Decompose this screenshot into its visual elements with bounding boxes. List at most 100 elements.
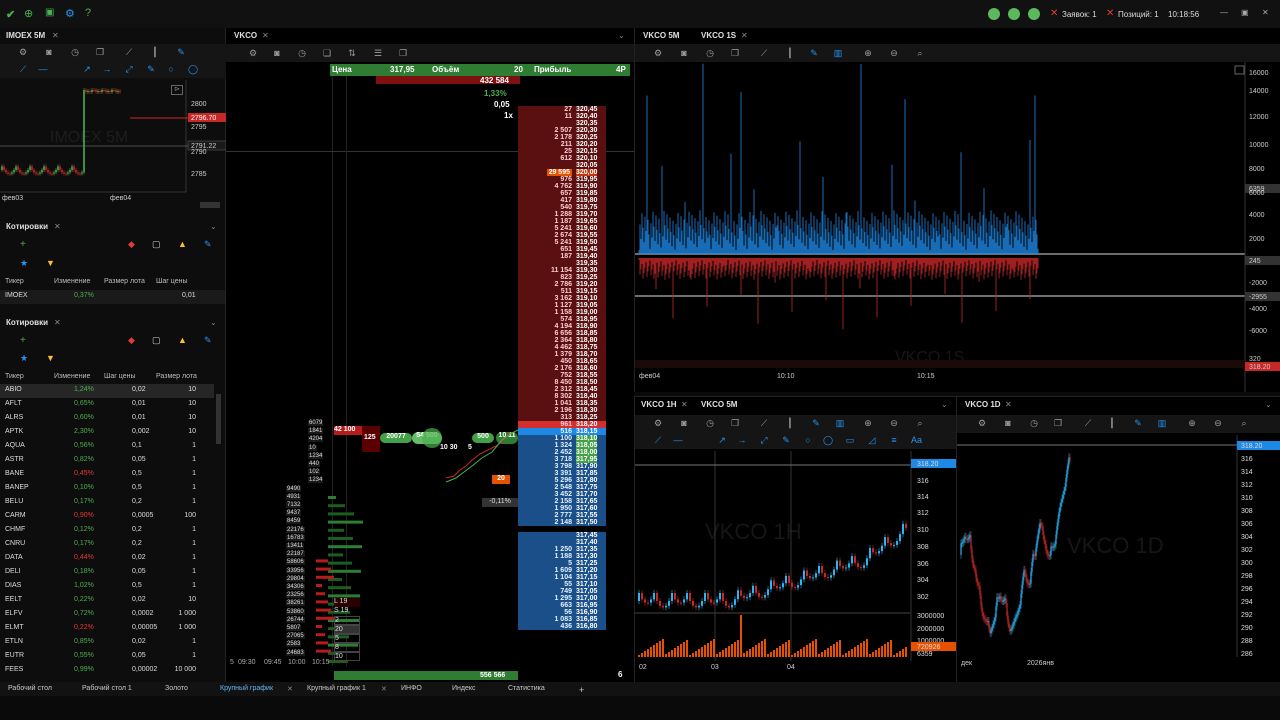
ask-row[interactable]: 27 320,45 bbox=[518, 106, 606, 113]
col-header[interactable]: Изменение bbox=[54, 278, 90, 285]
ask-row[interactable]: 961 318,20 bbox=[518, 421, 606, 428]
line-draw-icon[interactable]: ⟋ bbox=[653, 435, 663, 445]
table-row[interactable]: ALRS 0,60% 0,01 10 bbox=[0, 412, 214, 426]
ask-row[interactable]: 11 320,40 bbox=[518, 113, 606, 120]
tab-vkco-5m[interactable]: VKCO 5M bbox=[643, 31, 679, 40]
bid-row[interactable]: 3 391 317,85 bbox=[518, 470, 606, 477]
camera-icon[interactable]: ◙ bbox=[679, 48, 689, 58]
ask-row[interactable]: 450 318,65 bbox=[518, 358, 606, 365]
close-icon[interactable]: ✕ bbox=[262, 31, 269, 40]
pen-icon[interactable]: ✎ bbox=[811, 418, 821, 428]
eraser-icon[interactable]: ◆ bbox=[128, 239, 135, 250]
ask-row[interactable]: 2 312 318,45 bbox=[518, 386, 606, 393]
clock-icon[interactable]: ◷ bbox=[705, 48, 715, 58]
close-icon[interactable]: ✕ bbox=[741, 31, 748, 40]
circle-icon[interactable]: ○ bbox=[166, 64, 176, 74]
candle-icon[interactable]: ┃ bbox=[150, 47, 160, 57]
table-row[interactable]: CNRU 0,17% 0,2 1 bbox=[0, 538, 214, 552]
maximize-icon[interactable]: ▣ bbox=[1241, 8, 1249, 17]
settings-icon[interactable]: ⚙ bbox=[977, 418, 987, 428]
close-icon[interactable]: ✕ bbox=[1005, 400, 1012, 409]
window-icon[interactable]: ▣ bbox=[45, 7, 54, 18]
bid-row[interactable]: 56 316,90 bbox=[518, 609, 606, 616]
ask-row[interactable]: 2 178 320,25 bbox=[518, 134, 606, 141]
ask-row[interactable]: 8 450 318,50 bbox=[518, 379, 606, 386]
orders-close-icon[interactable]: ✕ bbox=[1050, 8, 1058, 19]
close-window-icon[interactable]: ✕ bbox=[1262, 8, 1269, 17]
table-row[interactable]: BANEP 0,10% 0,5 1 bbox=[0, 482, 214, 496]
orders-count[interactable]: Заявок: 1 bbox=[1062, 10, 1097, 19]
ask-row[interactable]: 2 786 319,20 bbox=[518, 281, 606, 288]
tab-desktop[interactable]: Рабочий стол bbox=[8, 685, 52, 692]
ask-row[interactable]: 1 379 318,70 bbox=[518, 351, 606, 358]
table-row[interactable]: BELU 0,17% 0,2 1 bbox=[0, 496, 214, 510]
ask-row[interactable]: 651 319,45 bbox=[518, 246, 606, 253]
ask-row[interactable]: 25 320,15 bbox=[518, 148, 606, 155]
ask-row[interactable]: 29 595 320,00 bbox=[518, 169, 606, 176]
table-row[interactable]: CHMF 0,12% 0,2 1 bbox=[0, 524, 214, 538]
size-cell[interactable]: 5 bbox=[334, 634, 360, 643]
ask-row[interactable]: 2 364 318,80 bbox=[518, 337, 606, 344]
filter-icon[interactable]: ▼ bbox=[46, 258, 55, 268]
ask-row[interactable]: 5 241 319,50 bbox=[518, 239, 606, 246]
chevron-down-icon[interactable]: ⌄ bbox=[1265, 400, 1272, 409]
table-row[interactable]: ETLN 0,85% 0,02 1 bbox=[0, 636, 214, 650]
tab-vkco-1d[interactable]: VKCO 1D bbox=[965, 400, 1001, 409]
col-header[interactable]: Изменение bbox=[54, 373, 90, 380]
bar-chart-icon[interactable]: ▥ bbox=[835, 418, 845, 428]
ask-row[interactable]: 657 319,85 bbox=[518, 190, 606, 197]
ask-row[interactable]: 4 194 318,90 bbox=[518, 323, 606, 330]
ellipse-icon[interactable]: ◯ bbox=[188, 64, 198, 74]
quotes-title[interactable]: Котировки bbox=[6, 318, 48, 327]
col-header[interactable]: Размер лота bbox=[156, 373, 197, 380]
zoom-out-icon[interactable]: ⊖ bbox=[1213, 418, 1223, 428]
close-icon[interactable]: ✕ bbox=[52, 31, 59, 40]
bid-row[interactable]: 1 188 317,30 bbox=[518, 553, 606, 560]
table-row[interactable]: ELMT 0,22% 0,00005 1 000 bbox=[0, 622, 214, 636]
ask-row[interactable]: 187 319,40 bbox=[518, 253, 606, 260]
bid-row[interactable]: 749 317,05 bbox=[518, 588, 606, 595]
camera-icon[interactable]: ◙ bbox=[1003, 418, 1013, 428]
scrollbar[interactable] bbox=[216, 394, 221, 444]
table-row[interactable]: ELFV 0,72% 0,0002 1 000 bbox=[0, 608, 214, 622]
size-cell[interactable]: 8 bbox=[334, 643, 360, 652]
ask-row[interactable]: 2 674 319,55 bbox=[518, 232, 606, 239]
bid-row[interactable]: 1 100 318,10 bbox=[518, 435, 606, 442]
star-icon[interactable]: ★ bbox=[20, 258, 28, 269]
orderbook[interactable]: 27 320,45 11 320,40 320,35 2 507 320,30 2 178 32… bbox=[518, 76, 606, 682]
panel-close-box[interactable] bbox=[1234, 65, 1245, 75]
limit-order-tag[interactable]: 20 bbox=[492, 475, 510, 484]
hline-icon[interactable]: — bbox=[673, 435, 683, 445]
close-icon[interactable]: ✕ bbox=[287, 685, 293, 693]
bid-row[interactable]: 55 317,10 bbox=[518, 581, 606, 588]
arrow-icon[interactable]: → bbox=[102, 64, 112, 74]
table-row[interactable]: DATA 0,44% 0,02 1 bbox=[0, 552, 214, 566]
ask-row[interactable]: 752 318,55 bbox=[518, 372, 606, 379]
hline-icon[interactable]: — bbox=[38, 64, 48, 74]
clock-icon[interactable]: ◷ bbox=[297, 48, 307, 58]
close-icon[interactable]: ✕ bbox=[381, 685, 387, 693]
triangle-icon[interactable]: ◿ bbox=[867, 435, 877, 445]
ray-icon[interactable]: ↗ bbox=[82, 64, 92, 74]
ask-row[interactable]: 574 318,95 bbox=[518, 316, 606, 323]
bid-row[interactable]: 663 316,95 bbox=[518, 602, 606, 609]
settings-icon[interactable]: ⚙ bbox=[65, 7, 75, 20]
size-cell[interactable]: S 19 bbox=[334, 607, 360, 616]
camera-icon[interactable]: ◙ bbox=[272, 48, 282, 58]
ask-row[interactable]: 11 154 319,30 bbox=[518, 267, 606, 274]
table-row[interactable]: ASTR 0,82% 0,05 1 bbox=[0, 454, 214, 468]
bar-chart-icon[interactable]: ▥ bbox=[833, 48, 843, 58]
ask-row[interactable]: 2 507 320,30 bbox=[518, 127, 606, 134]
filter-icon[interactable]: ▼ bbox=[46, 353, 55, 363]
text-icon[interactable]: Aa bbox=[911, 435, 922, 445]
positions-count[interactable]: Позиций: 1 bbox=[1118, 10, 1159, 19]
col-header[interactable]: Шаг цены bbox=[104, 373, 136, 380]
chevron-down-icon[interactable]: ⌄ bbox=[210, 222, 217, 231]
imoex-chart[interactable]: IMOEX 5M 2800 2796.70 2795 2791.22 2790 … bbox=[0, 80, 226, 210]
table-row[interactable]: AFLT 0,65% 0,01 10 bbox=[0, 398, 214, 412]
pen-icon[interactable]: ✎ bbox=[809, 48, 819, 58]
bar-chart-icon[interactable]: ▥ bbox=[1157, 418, 1167, 428]
ask-row[interactable]: 4 462 318,75 bbox=[518, 344, 606, 351]
close-icon[interactable]: ✕ bbox=[54, 318, 61, 327]
line-tool-icon[interactable]: ⟋ bbox=[1083, 418, 1093, 428]
